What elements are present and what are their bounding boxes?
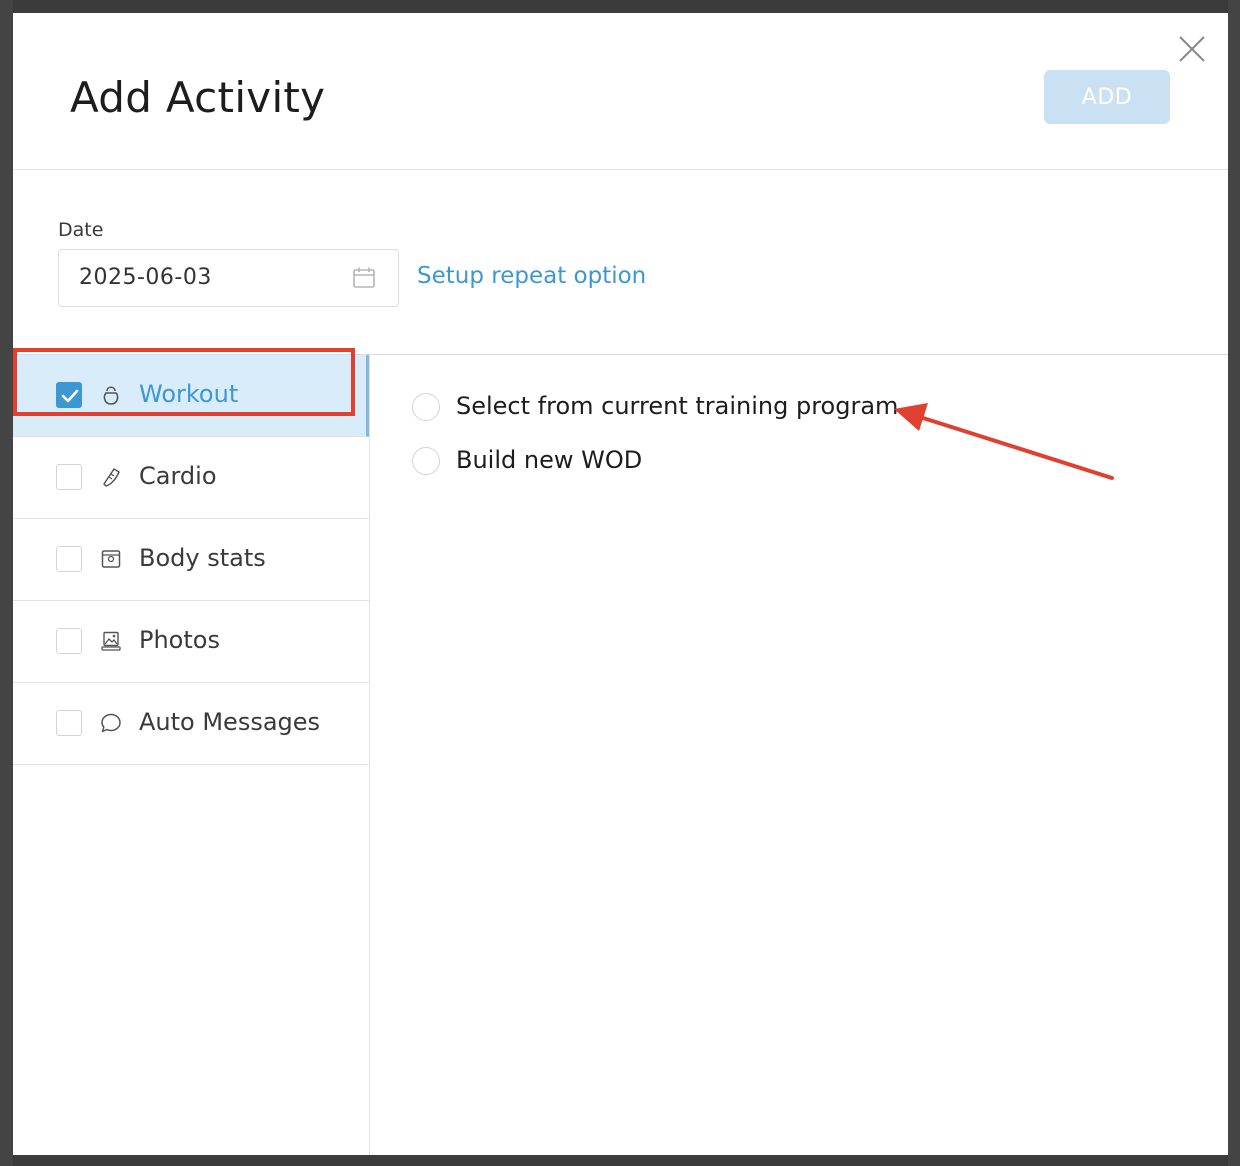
photos-checkbox[interactable]	[56, 628, 82, 654]
activity-type-sidebar: Workout Cardio Body stats Photos Auto Me…	[13, 355, 370, 1155]
scale-icon	[100, 548, 122, 570]
photo-icon	[100, 630, 122, 652]
date-label: Date	[58, 219, 104, 241]
sidebar-item-workout[interactable]: Workout	[13, 355, 369, 437]
workout-checkbox[interactable]	[56, 382, 82, 408]
cardio-checkbox[interactable]	[56, 464, 82, 490]
sidebar-item-label: Auto Messages	[139, 708, 321, 736]
kettlebell-icon	[100, 384, 122, 406]
add-activity-modal: Add Activity ADD Date Setup repeat optio…	[13, 13, 1228, 1155]
setup-repeat-option-link[interactable]: Setup repeat option	[417, 263, 646, 289]
workout-options-panel: Select from current training program Bui…	[370, 355, 1228, 1155]
sidebar-item-label: Workout	[139, 380, 239, 408]
add-button[interactable]: ADD	[1044, 70, 1170, 124]
sidebar-item-label: Photos	[139, 626, 220, 654]
background-page-left	[0, 0, 13, 1166]
modal-header: Add Activity ADD	[13, 13, 1228, 170]
calendar-icon[interactable]	[352, 266, 376, 290]
running-shoe-icon	[100, 466, 122, 488]
radio-label: Build new WOD	[456, 446, 643, 474]
sidebar-item-cardio[interactable]: Cardio	[13, 437, 369, 519]
date-input[interactable]	[59, 250, 359, 304]
auto-messages-checkbox[interactable]	[56, 710, 82, 736]
sidebar-item-photos[interactable]: Photos	[13, 601, 369, 683]
background-page-right	[1228, 0, 1240, 1166]
chat-bubble-icon	[100, 712, 122, 734]
date-section: Date Setup repeat option	[13, 169, 1228, 355]
body-stats-checkbox[interactable]	[56, 546, 82, 572]
sidebar-item-label: Cardio	[139, 462, 217, 490]
sidebar-item-label: Body stats	[139, 544, 266, 572]
sidebar-item-auto-messages[interactable]: Auto Messages	[13, 683, 369, 765]
radio-button[interactable]	[412, 393, 440, 421]
sidebar-item-body-stats[interactable]: Body stats	[13, 519, 369, 601]
date-picker[interactable]	[58, 249, 399, 307]
modal-title: Add Activity	[70, 73, 326, 122]
close-icon[interactable]	[1177, 34, 1207, 64]
radio-label: Select from current training program	[456, 392, 899, 420]
radio-button[interactable]	[412, 447, 440, 475]
